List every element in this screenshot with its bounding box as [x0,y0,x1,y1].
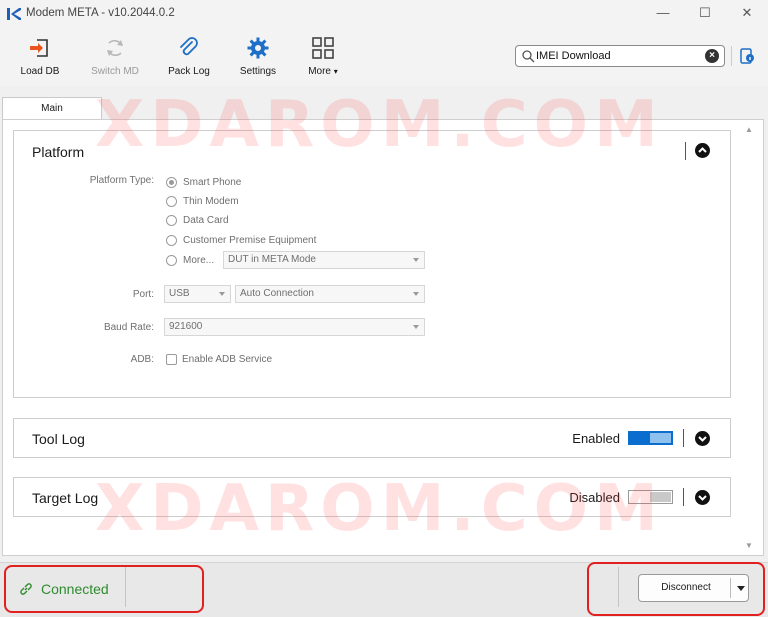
tool-log-toggle[interactable] [628,431,673,445]
chevron-down-icon [413,325,419,329]
tool-log-title: Tool Log [32,431,85,447]
more-radio-label: More... [183,255,215,266]
connection-select[interactable]: Auto Connection [235,285,425,303]
switch-md-button[interactable]: Switch MD [87,36,143,82]
paperclip-icon [180,37,198,56]
cpe-radio[interactable] [166,235,177,246]
platform-divider [685,142,686,160]
platform-type-label: Platform Type: [89,175,154,186]
disconnect-highlight [587,562,765,616]
smart-phone-radio[interactable] [166,177,177,188]
settings-button[interactable]: Settings [230,36,286,82]
clear-search-icon[interactable]: × [705,49,719,63]
chevron-down-icon [413,292,419,296]
platform-title: Platform [32,144,85,160]
minimize-button[interactable]: — [647,3,679,25]
platform-section: Platform Platform Type: Smart Phone Thin… [13,130,731,398]
tool-log-state: Enabled [572,431,620,446]
more-mode-value: DUT in META Mode [228,254,316,265]
load-db-label: Load DB [20,66,60,77]
load-db-button[interactable]: Load DB [12,36,68,82]
smart-phone-label: Smart Phone [183,177,242,188]
baud-rate-value: 921600 [169,321,203,332]
more-button[interactable]: More ▾ [295,36,351,82]
switch-md-label: Switch MD [91,66,139,77]
chevron-down-icon [413,258,419,262]
expand-target-log-icon[interactable] [695,490,710,505]
target-log-title: Target Log [32,490,99,506]
pack-log-label: Pack Log [168,66,210,77]
window-title: Modem META - v10.2044.0.2 [26,7,175,19]
port-label: Port: [132,289,154,300]
search-icon [522,50,535,63]
thin-modem-radio[interactable] [166,196,177,207]
target-log-section: Target Log Disabled [13,477,731,517]
gear-icon [247,37,269,59]
scroll-down-icon[interactable]: ▼ [745,541,753,550]
baud-rate-label: Baud Rate: [103,322,154,333]
connection-status-highlight [4,565,204,613]
more-label: More ▾ [308,66,338,77]
baud-rate-select[interactable]: 921600 [164,318,425,336]
port-select[interactable]: USB [164,285,231,303]
maximize-button[interactable]: ☐ [689,3,721,25]
adb-label: ADB: [130,354,154,365]
tool-log-section: Tool Log Enabled [13,418,731,458]
expand-tool-log-icon[interactable] [695,431,710,446]
target-log-divider [683,488,684,506]
tool-log-divider [683,429,684,447]
more-radio[interactable] [166,255,177,266]
pack-log-button[interactable]: Pack Log [161,36,217,82]
target-log-toggle[interactable] [628,490,673,504]
data-card-label: Data Card [183,215,229,226]
tab-main[interactable]: Main [2,97,102,120]
chevron-down-icon [219,292,225,296]
title-bar: Modem META - v10.2044.0.2 — ☐ ✕ [0,0,768,28]
data-card-radio[interactable] [166,215,177,226]
settings-label: Settings [239,66,277,77]
adb-checkbox[interactable] [166,354,177,365]
search-box[interactable]: × [515,45,725,67]
device-info-icon[interactable] [738,47,756,65]
adb-option-label: Enable ADB Service [182,354,273,365]
thin-modem-label: Thin Modem [183,196,239,207]
collapse-platform-icon[interactable] [695,143,710,158]
toolbar-separator [731,46,732,66]
search-input[interactable] [536,48,696,64]
cpe-label: Customer Premise Equipment [183,235,317,246]
grid-icon [312,37,334,59]
close-button[interactable]: ✕ [731,3,763,25]
scroll-up-icon[interactable]: ▲ [745,125,753,134]
target-log-state: Disabled [569,490,620,505]
switch-md-icon [107,39,123,57]
port-value: USB [169,288,190,299]
load-db-icon [30,39,48,57]
connection-value: Auto Connection [240,288,314,299]
app-logo-icon [7,8,21,20]
more-mode-select[interactable]: DUT in META Mode [223,251,425,269]
